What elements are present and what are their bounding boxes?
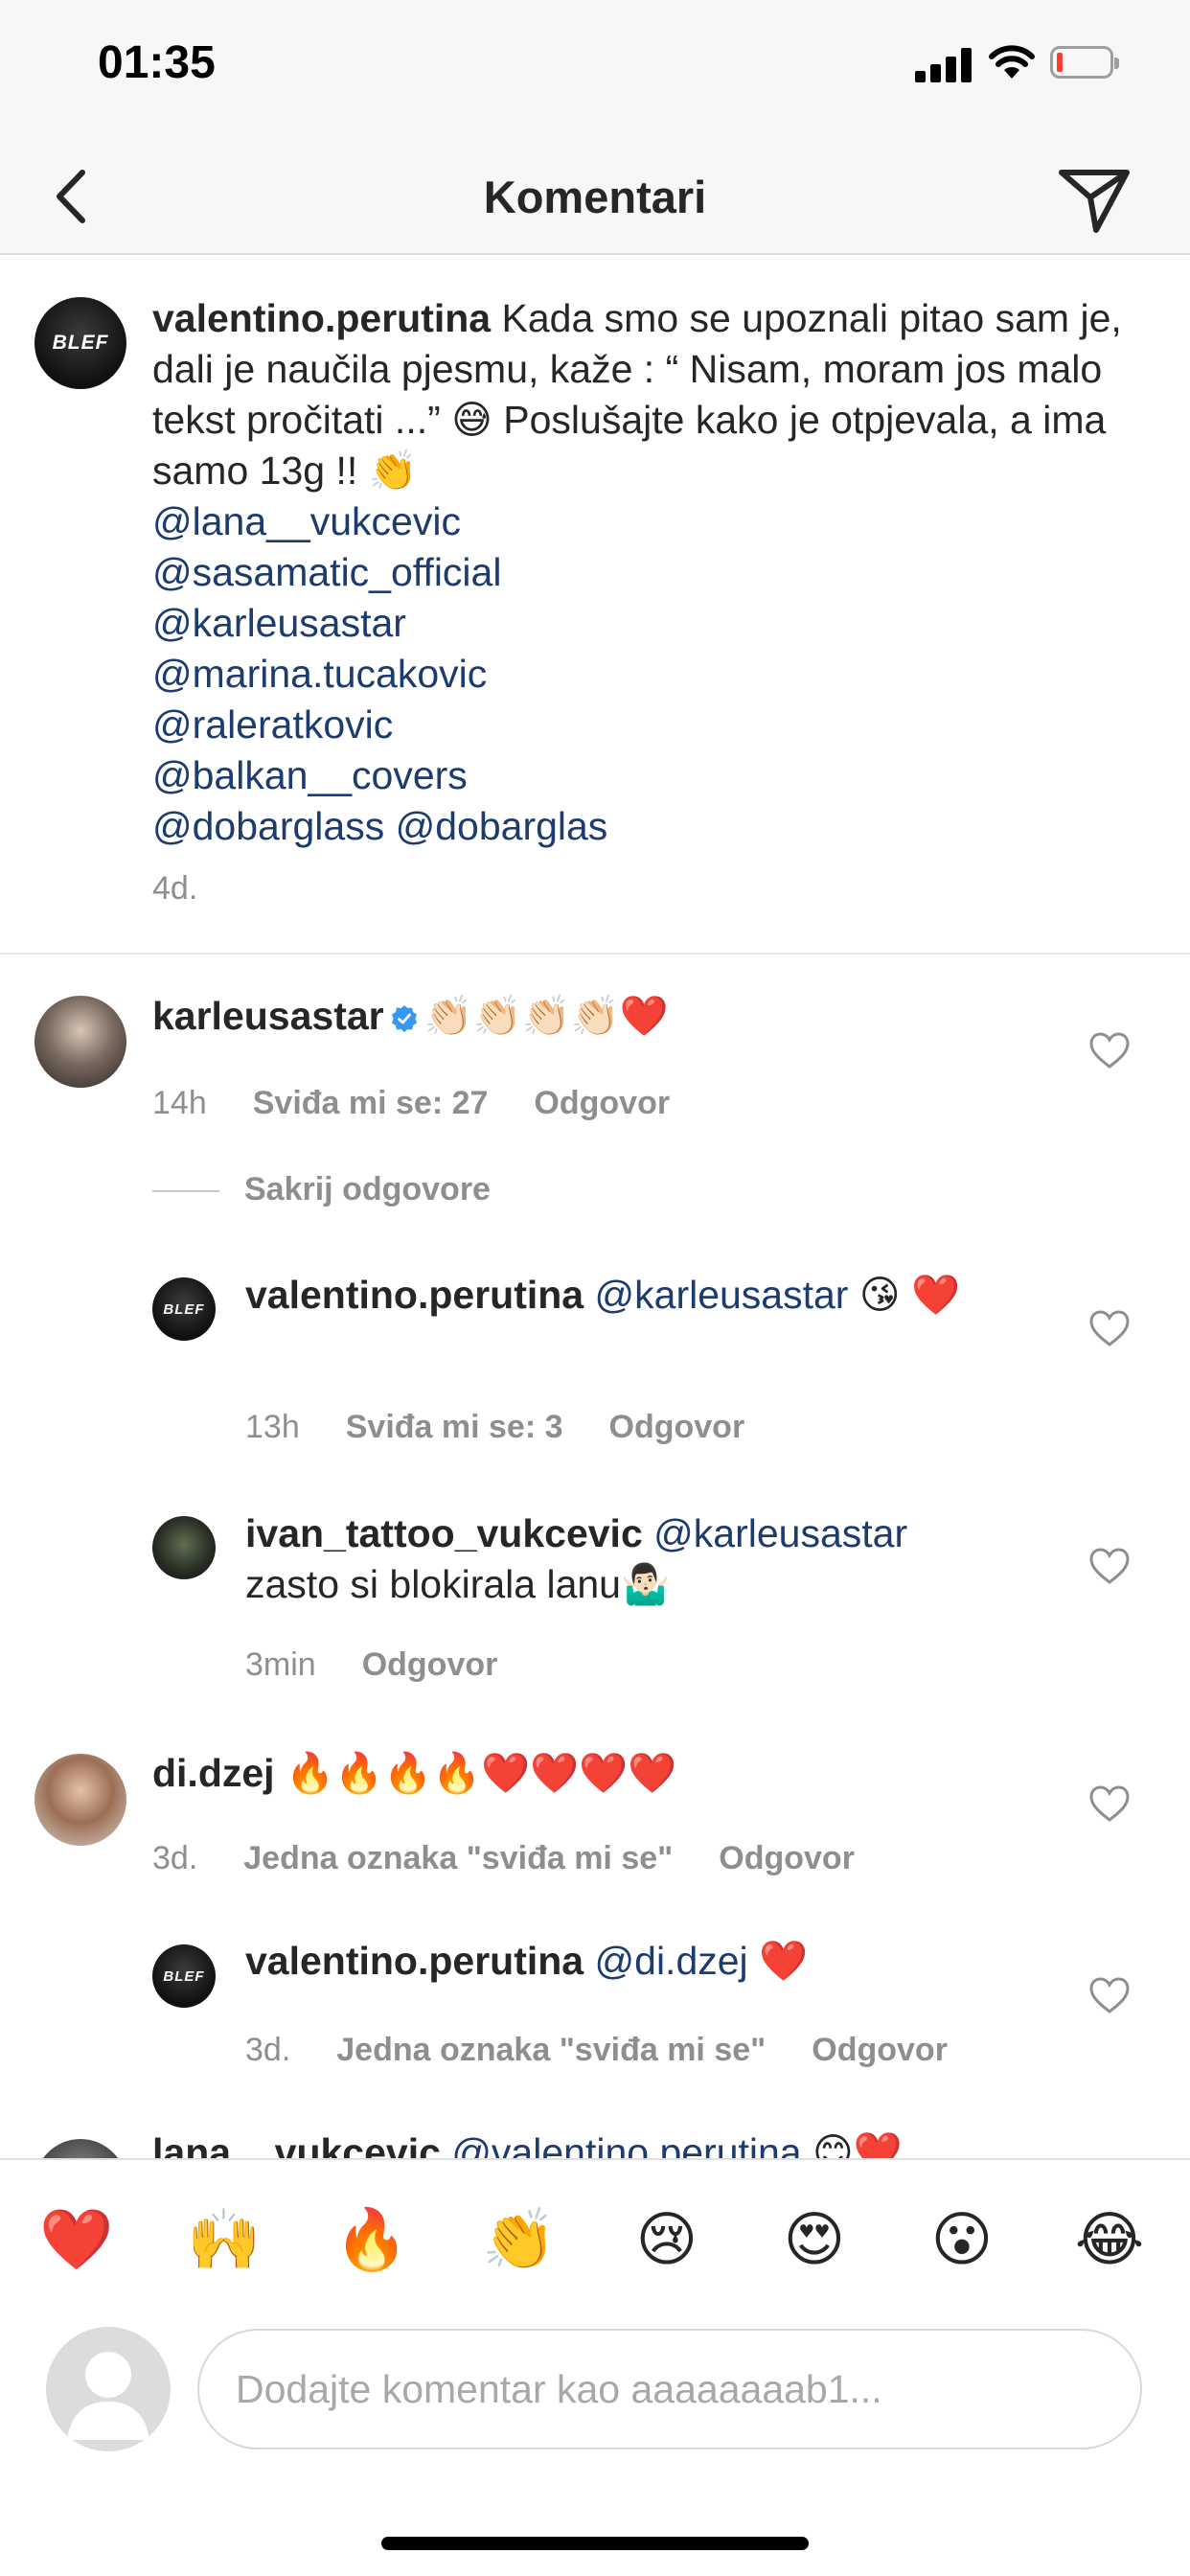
reply-button[interactable]: Odgovor bbox=[719, 1840, 855, 1876]
comment-text: valentino.perutina @di.dzej ❤️ bbox=[245, 1936, 1069, 1987]
comment-mention[interactable]: @valentino.perutina bbox=[451, 2130, 801, 2158]
comment-time: 3d. bbox=[245, 2032, 291, 2068]
comment-meta: 14h Sviđa mi se: 27 Odgovor bbox=[152, 1085, 670, 1122]
emoji-quick-bar: ❤️ 🙌 🔥 👏 😢 😍 😮 😂 bbox=[0, 2158, 1190, 2325]
comment-body: 😘 ❤️ bbox=[858, 1273, 961, 1317]
comment-meta: 13h Sviđa mi se: 3 Odgovor bbox=[245, 1409, 744, 1446]
status-bar: 01:35 bbox=[0, 0, 1190, 144]
comment-text: ivan_tattoo_vukcevic @karleusastar zasto… bbox=[245, 1508, 1012, 1610]
reply-button[interactable]: Odgovor bbox=[534, 1085, 670, 1121]
comment-body: zasto si blokirala lanu🤷🏻‍♂️ bbox=[245, 1562, 671, 1606]
caption-mention[interactable]: @raleratkovic bbox=[152, 702, 393, 747]
like-heart-icon[interactable] bbox=[1088, 1547, 1131, 1585]
commenter-avatar[interactable]: BLEF bbox=[152, 1944, 216, 2008]
emoji-clapping-button[interactable]: 👏 bbox=[479, 2200, 560, 2281]
caption-mention[interactable]: @balkan__covers bbox=[152, 753, 468, 797]
reply-button[interactable]: Odgovor bbox=[812, 2032, 948, 2068]
hide-replies-button[interactable]: Sakrij odgovore bbox=[244, 1171, 491, 1208]
likes-count[interactable]: Jedna oznaka "sviđa mi se" bbox=[336, 2032, 766, 2068]
emoji-laughing-button[interactable]: 😂 bbox=[1069, 2200, 1150, 2281]
caption-time: 4d. bbox=[152, 870, 198, 907]
comment-time: 3min bbox=[245, 1646, 316, 1683]
commenter-avatar[interactable]: BLEF bbox=[152, 1277, 216, 1341]
comment-text: valentino.perutina @karleusastar 😘 ❤️ bbox=[245, 1270, 1012, 1321]
comment-username[interactable]: karleusastar bbox=[152, 994, 384, 1038]
like-heart-icon[interactable] bbox=[1088, 1031, 1131, 1070]
status-time: 01:35 bbox=[98, 37, 216, 88]
comment-input[interactable] bbox=[197, 2329, 1142, 2450]
emoji-surprised-button[interactable]: 😮 bbox=[922, 2200, 1002, 2281]
comment-meta: 3d. Jedna oznaka "sviđa mi se" Odgovor bbox=[152, 1840, 855, 1877]
comment-meta: 3d. Jedna oznaka "sviđa mi se" Odgovor bbox=[245, 2032, 948, 2069]
comment-body: 👏🏻👏🏻👏🏻👏🏻❤️ bbox=[423, 994, 669, 1038]
emoji-crying-button[interactable]: 😢 bbox=[627, 2200, 707, 2281]
comment-username[interactable]: lana__vukcevic bbox=[152, 2130, 441, 2158]
comment-body: 😊❤️ bbox=[812, 2130, 903, 2158]
comment-text: di.dzej 🔥🔥🔥🔥❤️❤️❤️❤️ bbox=[152, 1748, 1053, 1799]
wifi-icon bbox=[989, 45, 1035, 79]
default-avatar-icon bbox=[67, 2352, 149, 2440]
caption-mention[interactable]: @sasamatic_official bbox=[152, 550, 501, 594]
comment-time: 3d. bbox=[152, 1840, 198, 1876]
caption-text: valentino.perutina Kada smo se upoznali … bbox=[152, 293, 1149, 852]
comment-mention[interactable]: @karleusastar bbox=[595, 1273, 849, 1317]
likes-count[interactable]: Sviđa mi se: 3 bbox=[346, 1409, 563, 1445]
comment-body: ❤️ bbox=[759, 1939, 809, 1983]
caption-mention[interactable]: @dobarglas bbox=[396, 804, 608, 848]
comment-username[interactable]: valentino.perutina bbox=[245, 1273, 584, 1317]
comment-text: lana__vukcevic @valentino.perutina 😊❤️ bbox=[152, 2128, 1053, 2158]
comment-body: 🔥🔥🔥🔥❤️❤️❤️❤️ bbox=[285, 1751, 677, 1795]
current-user-avatar bbox=[46, 2327, 171, 2451]
comment-time: 14h bbox=[152, 1085, 207, 1121]
comment-mention[interactable]: @di.dzej bbox=[595, 1939, 748, 1983]
comment-time: 13h bbox=[245, 1409, 300, 1445]
comment-text: karleusastar 👏🏻👏🏻👏🏻👏🏻❤️ bbox=[152, 991, 1053, 1042]
comment-username[interactable]: valentino.perutina bbox=[245, 1939, 584, 1983]
commenter-avatar[interactable] bbox=[152, 1516, 216, 1579]
comment-meta: 3min Odgovor bbox=[245, 1646, 497, 1684]
like-heart-icon[interactable] bbox=[1088, 1976, 1131, 2014]
hide-replies-line bbox=[152, 1190, 219, 1192]
verified-badge-icon bbox=[391, 1005, 417, 1033]
commenter-avatar[interactable] bbox=[34, 2139, 126, 2158]
page-title: Komentari bbox=[483, 172, 707, 222]
emoji-heart-button[interactable]: ❤️ bbox=[36, 2200, 117, 2281]
caption-author-avatar[interactable]: BLEF bbox=[34, 297, 126, 389]
caption-mention[interactable]: @marina.tucakovic bbox=[152, 652, 487, 696]
likes-count[interactable]: Sviđa mi se: 27 bbox=[253, 1085, 489, 1121]
like-heart-icon[interactable] bbox=[1088, 1309, 1131, 1347]
emoji-fire-button[interactable]: 🔥 bbox=[332, 2200, 412, 2281]
caption-mention[interactable]: @karleusastar bbox=[152, 601, 406, 645]
battery-icon bbox=[1050, 46, 1119, 79]
reply-button[interactable]: Odgovor bbox=[362, 1646, 498, 1683]
likes-count[interactable]: Jedna oznaka "sviđa mi se" bbox=[243, 1840, 673, 1876]
caption-mention[interactable]: @lana__vukcevic bbox=[152, 499, 461, 543]
emoji-raising-hands-button[interactable]: 🙌 bbox=[184, 2200, 264, 2281]
divider bbox=[0, 953, 1190, 954]
caption-mention[interactable]: @dobarglass bbox=[152, 804, 384, 848]
comment-username[interactable]: di.dzej bbox=[152, 1751, 275, 1795]
caption-username[interactable]: valentino.perutina bbox=[152, 296, 491, 340]
cellular-signal-icon bbox=[915, 48, 974, 82]
nav-bar: Komentari bbox=[0, 144, 1190, 255]
home-indicator bbox=[381, 2537, 809, 2550]
comment-username[interactable]: ivan_tattoo_vukcevic bbox=[245, 1511, 643, 1555]
direct-message-icon[interactable] bbox=[1054, 157, 1134, 238]
commenter-avatar[interactable] bbox=[34, 1754, 126, 1846]
like-heart-icon[interactable] bbox=[1088, 1784, 1131, 1823]
commenter-avatar[interactable] bbox=[34, 996, 126, 1088]
comments-list[interactable]: BLEF valentino.perutina Kada smo se upoz… bbox=[0, 255, 1190, 2158]
reply-button[interactable]: Odgovor bbox=[609, 1409, 745, 1445]
comment-mention[interactable]: @karleusastar bbox=[653, 1511, 907, 1555]
emoji-heart-eyes-button[interactable]: 😍 bbox=[774, 2200, 855, 2281]
